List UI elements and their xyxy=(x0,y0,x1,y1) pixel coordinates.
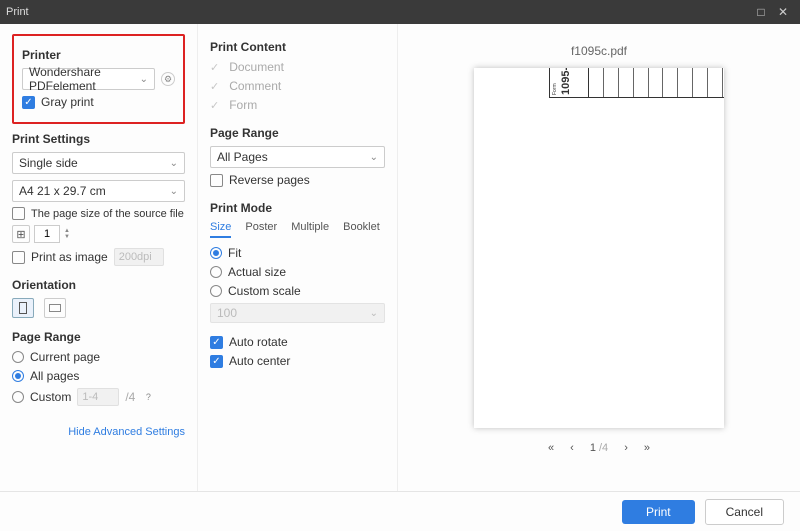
size-custom-scale-radio[interactable] xyxy=(210,285,222,297)
cancel-button[interactable]: Cancel xyxy=(705,499,784,525)
window-title: Print xyxy=(6,6,750,18)
pager-last-button[interactable]: » xyxy=(644,442,650,454)
preview-page: Form1095-C Employer-Provided Health Insu… xyxy=(474,68,724,428)
copies-input[interactable] xyxy=(34,225,60,243)
print-button[interactable]: Print xyxy=(622,500,695,524)
page-range-all-radio[interactable] xyxy=(12,370,24,382)
dialog-content: Printer Wondershare PDFelement ⌄ ⚙ ✓ Gra… xyxy=(0,24,800,491)
page-range-custom-label: Custom xyxy=(30,390,71,404)
print-settings-title: Print Settings xyxy=(12,132,185,146)
chevron-down-icon: ⌄ xyxy=(170,158,178,169)
form-grid xyxy=(589,68,724,98)
orientation-landscape-button[interactable] xyxy=(44,298,66,318)
portrait-icon xyxy=(19,302,27,314)
page-range-current-label: Current page xyxy=(30,350,100,364)
page-range-title: Page Range xyxy=(12,330,185,344)
print-mode-tabs: Size Poster Multiple Booklet xyxy=(210,221,385,238)
preview-column: f1095c.pdf Form1095-C Employer-Provided … xyxy=(398,24,800,491)
page-size-source-label: The page size of the source file xyxy=(31,208,184,220)
orientation-portrait-button[interactable] xyxy=(12,298,34,318)
chevron-down-icon: ⌄ xyxy=(370,308,378,319)
titlebar: Print □ ✕ xyxy=(0,0,800,24)
page-range-custom-input: 1-4 xyxy=(77,388,119,406)
reverse-pages-label: Reverse pages xyxy=(229,173,310,187)
page-range-all-label: All pages xyxy=(30,369,79,383)
orientation-title: Orientation xyxy=(12,278,185,292)
size-custom-scale-label: Custom scale xyxy=(228,284,301,298)
printer-highlight-box: Printer Wondershare PDFelement ⌄ ⚙ ✓ Gra… xyxy=(12,34,185,124)
copies-spin-arrows[interactable]: ▲▼ xyxy=(64,228,70,240)
pager-page-number: 1 /4 xyxy=(590,442,608,454)
content-item-document: Document xyxy=(229,60,284,74)
advanced-settings-link[interactable]: Hide Advanced Settings xyxy=(12,426,185,438)
preview-form: Form1095-C Employer-Provided Health Insu… xyxy=(549,68,724,98)
tab-poster[interactable]: Poster xyxy=(245,221,277,238)
pager-total: /4 xyxy=(599,442,608,454)
size-actual-radio[interactable] xyxy=(210,266,222,278)
custom-scale-input: 100 ⌄ xyxy=(210,303,385,323)
print-content-title: Print Content xyxy=(210,40,385,54)
chevron-down-icon: ⌄ xyxy=(140,74,148,85)
size-fit-radio[interactable] xyxy=(210,247,222,259)
duplex-select[interactable]: Single side ⌄ xyxy=(12,152,185,174)
tab-booklet[interactable]: Booklet xyxy=(343,221,380,238)
duplex-value: Single side xyxy=(19,156,78,170)
pager-first-button[interactable]: « xyxy=(548,442,554,454)
check-icon: ✓ xyxy=(210,99,219,112)
middle-column: Print Content ✓ Document ✓ Comment ✓ Form P… xyxy=(198,24,398,491)
page-range-custom-radio[interactable] xyxy=(12,391,24,403)
custom-scale-value: 100 xyxy=(217,306,237,320)
content-item-comment: Comment xyxy=(229,79,281,93)
size-fit-label: Fit xyxy=(228,246,241,260)
dpi-input: 200dpi xyxy=(114,248,164,266)
dialog-footer: Print Cancel xyxy=(0,491,800,531)
pager-next-button[interactable]: › xyxy=(624,442,628,454)
printer-select-value: Wondershare PDFelement xyxy=(29,65,148,93)
check-icon: ✓ xyxy=(210,80,219,93)
auto-rotate-checkbox[interactable]: ✓ xyxy=(210,336,223,349)
check-icon: ✓ xyxy=(210,61,219,74)
printer-settings-button[interactable]: ⚙ xyxy=(161,72,175,86)
pager-current: 1 xyxy=(590,442,596,454)
size-actual-label: Actual size xyxy=(228,265,286,279)
page-range-total: /4 xyxy=(125,390,135,404)
page-size-source-checkbox[interactable] xyxy=(12,207,25,220)
print-as-image-checkbox[interactable] xyxy=(12,251,25,264)
printer-section-title: Printer xyxy=(22,48,175,62)
landscape-icon xyxy=(49,304,61,312)
page-range-mid-select[interactable]: All Pages ⌄ xyxy=(210,146,385,168)
chevron-down-icon: ⌄ xyxy=(170,186,178,197)
auto-rotate-label: Auto rotate xyxy=(229,335,288,349)
auto-center-checkbox[interactable]: ✓ xyxy=(210,355,223,368)
copies-spinner: ⊞ ▲▼ xyxy=(12,225,185,243)
tab-size[interactable]: Size xyxy=(210,221,231,238)
chevron-down-icon: ⌄ xyxy=(370,152,378,163)
collate-button[interactable]: ⊞ xyxy=(12,225,30,243)
printer-select[interactable]: Wondershare PDFelement ⌄ xyxy=(22,68,155,90)
paper-select[interactable]: A4 21 x 29.7 cm ⌄ xyxy=(12,180,185,202)
tab-multiple[interactable]: Multiple xyxy=(291,221,329,238)
page-range-info-icon[interactable]: ? xyxy=(141,390,155,404)
content-item-form: Form xyxy=(229,98,257,112)
gray-print-label: Gray print xyxy=(41,95,94,109)
window-close-icon[interactable]: ✕ xyxy=(772,5,794,19)
form-code: 1095-C xyxy=(560,68,572,95)
pager-prev-button[interactable]: ‹ xyxy=(570,442,574,454)
left-column: Printer Wondershare PDFelement ⌄ ⚙ ✓ Gra… xyxy=(0,24,198,491)
page-range-mid-title: Page Range xyxy=(210,126,385,140)
gray-print-checkbox[interactable]: ✓ xyxy=(22,96,35,109)
paper-value: A4 21 x 29.7 cm xyxy=(19,184,106,198)
reverse-pages-checkbox[interactable] xyxy=(210,174,223,187)
print-mode-title: Print Mode xyxy=(210,201,385,215)
auto-center-label: Auto center xyxy=(229,354,290,368)
page-range-mid-value: All Pages xyxy=(217,150,268,164)
print-as-image-label: Print as image xyxy=(31,250,108,264)
preview-pager: « ‹ 1 /4 › » xyxy=(548,442,650,454)
window-maximize-icon[interactable]: □ xyxy=(750,5,772,19)
page-range-current-radio[interactable] xyxy=(12,351,24,363)
preview-wrap: f1095c.pdf Form1095-C Employer-Provided … xyxy=(410,34,788,481)
preview-filename: f1095c.pdf xyxy=(571,44,627,58)
